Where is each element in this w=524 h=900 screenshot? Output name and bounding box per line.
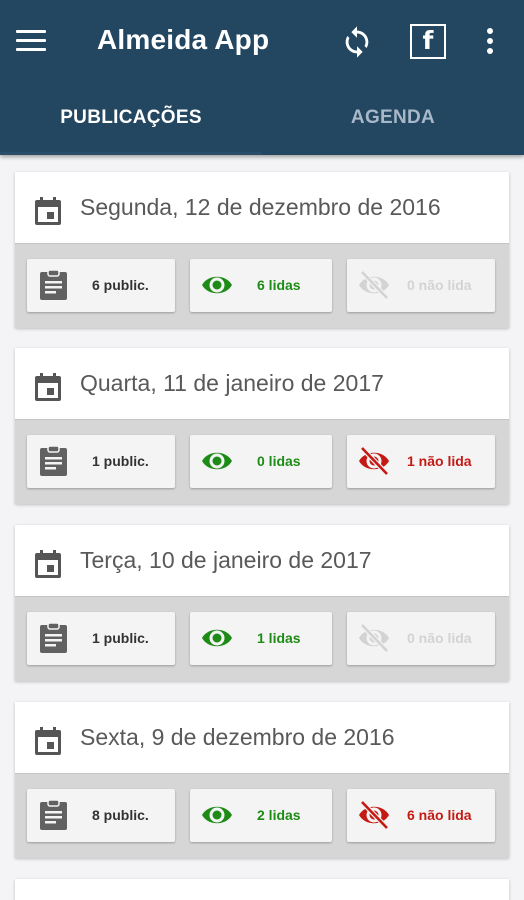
day-card: Sexta, 9 de dezembro de 2016 8 public. 2…	[15, 702, 509, 858]
publications-count-button[interactable]: 1 public.	[27, 612, 175, 665]
unread-count: 1 não lida	[407, 453, 472, 469]
publications-count-button[interactable]: 6 public.	[27, 259, 175, 312]
facebook-icon[interactable]: f	[410, 24, 446, 59]
day-stats: 1 public. 1 lidas 0 não lida	[15, 596, 509, 681]
toolbar: Almeida App f	[0, 0, 524, 84]
day-date: Segunda, 12 de dezembro de 2016	[80, 194, 441, 220]
day-card-header[interactable]: Sexta, 9 de dezembro de 2016	[15, 702, 509, 773]
menu-icon[interactable]	[16, 28, 46, 54]
publications-count: 8 public.	[92, 807, 149, 823]
eye-icon	[202, 452, 232, 470]
app-bar: Almeida App f PUBLICAÇÕES AGENDA	[0, 0, 524, 155]
unread-count: 0 não lida	[407, 277, 472, 293]
calendar-icon	[35, 197, 61, 225]
refresh-icon[interactable]	[340, 25, 374, 59]
clipboard-icon	[40, 270, 67, 300]
calendar-icon	[35, 727, 61, 755]
unread-count-button[interactable]: 0 não lida	[347, 612, 495, 665]
calendar-icon	[35, 550, 61, 578]
unread-count: 6 não lida	[407, 807, 472, 823]
more-vertical-icon[interactable]	[486, 28, 494, 54]
app-title: Almeida App	[97, 24, 270, 55]
eye-off-icon	[359, 800, 389, 830]
clipboard-icon	[40, 800, 67, 830]
day-card: Quarta, 11 de janeiro de 2017 1 public. …	[15, 348, 509, 504]
day-date: Quarta, 11 de janeiro de 2017	[80, 370, 384, 396]
publications-count: 6 public.	[92, 277, 149, 293]
calendar-icon	[35, 373, 61, 401]
unread-count-button[interactable]: 0 não lida	[347, 259, 495, 312]
eye-off-icon	[359, 270, 389, 300]
day-date: Sexta, 9 de dezembro de 2016	[80, 724, 395, 750]
eye-off-icon	[359, 623, 389, 653]
day-card-header[interactable]: Segunda, 12 de dezembro de 2016	[15, 172, 509, 243]
read-count-button[interactable]: 6 lidas	[190, 259, 332, 312]
eye-icon	[202, 276, 232, 294]
day-card: Terça, 10 de janeiro de 2017 1 public. 1…	[15, 525, 509, 681]
publications-count-button[interactable]: 8 public.	[27, 789, 175, 842]
read-count-button[interactable]: 1 lidas	[190, 612, 332, 665]
clipboard-icon	[40, 623, 67, 653]
read-count: 2 lidas	[257, 807, 301, 823]
eye-icon	[202, 806, 232, 824]
day-card-partial[interactable]	[15, 879, 509, 900]
unread-count: 0 não lida	[407, 630, 472, 646]
day-stats: 8 public. 2 lidas 6 não lida	[15, 773, 509, 858]
eye-icon	[202, 629, 232, 647]
day-card-header[interactable]: Quarta, 11 de janeiro de 2017	[15, 348, 509, 419]
tab-publicacoes[interactable]: PUBLICAÇÕES	[0, 84, 262, 155]
eye-off-icon	[359, 446, 389, 476]
publications-count-button[interactable]: 1 public.	[27, 435, 175, 488]
clipboard-icon	[40, 446, 67, 476]
read-count: 1 lidas	[257, 630, 301, 646]
read-count: 6 lidas	[257, 277, 301, 293]
day-card-header[interactable]: Terça, 10 de janeiro de 2017	[15, 525, 509, 596]
tab-agenda[interactable]: AGENDA	[262, 84, 524, 155]
day-card: Segunda, 12 de dezembro de 2016 6 public…	[15, 172, 509, 328]
read-count-button[interactable]: 0 lidas	[190, 435, 332, 488]
day-date: Terça, 10 de janeiro de 2017	[80, 547, 372, 573]
tab-bar: PUBLICAÇÕES AGENDA	[0, 84, 524, 155]
day-stats: 6 public. 6 lidas 0 não lida	[15, 243, 509, 328]
publications-count: 1 public.	[92, 453, 149, 469]
active-tab-indicator	[0, 152, 262, 155]
day-stats: 1 public. 0 lidas 1 não lida	[15, 419, 509, 504]
unread-count-button[interactable]: 6 não lida	[347, 789, 495, 842]
read-count-button[interactable]: 2 lidas	[190, 789, 332, 842]
read-count: 0 lidas	[257, 453, 301, 469]
publications-count: 1 public.	[92, 630, 149, 646]
unread-count-button[interactable]: 1 não lida	[347, 435, 495, 488]
